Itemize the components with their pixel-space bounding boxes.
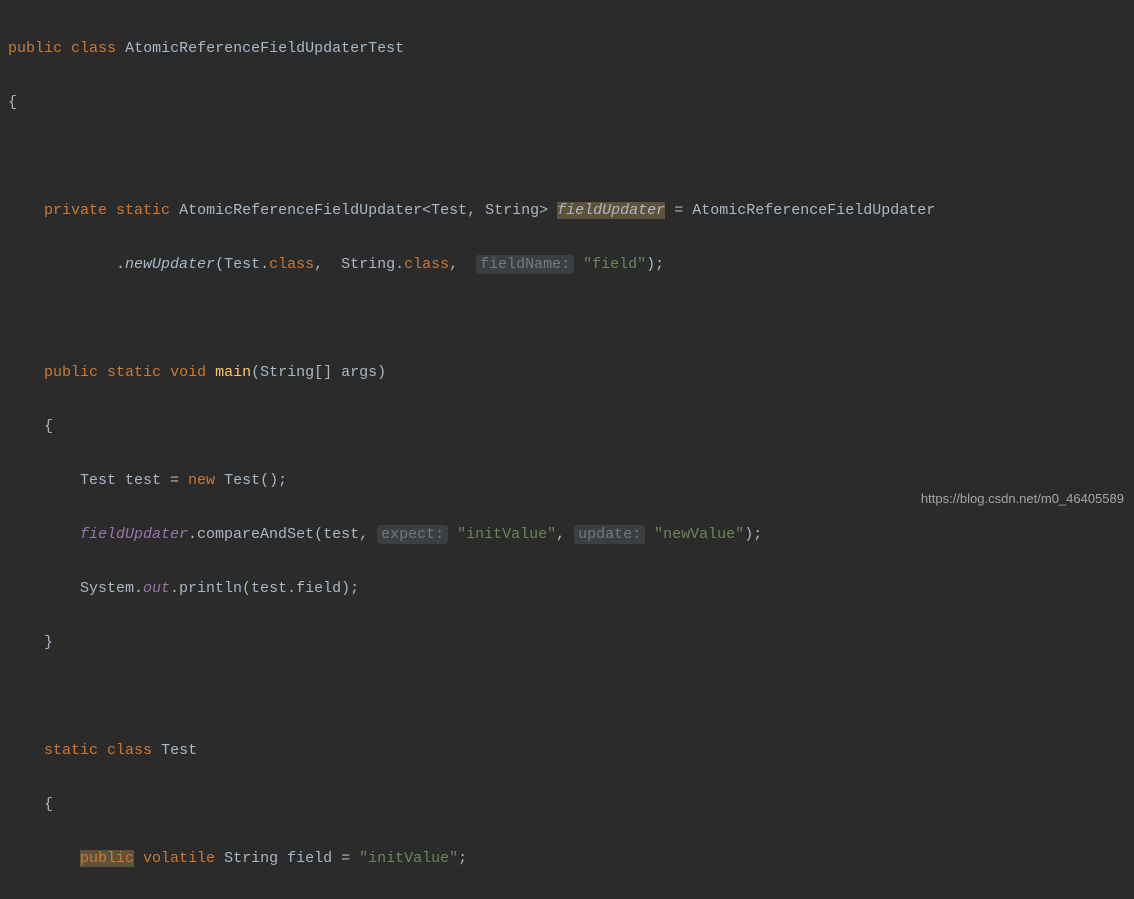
code-line: static class Test [8,737,1134,764]
text: , [556,526,574,543]
brace: { [44,418,53,435]
code-line [8,143,1134,170]
keyword-static: static [116,202,170,219]
param-hint-fieldname: fieldName: [476,255,574,274]
class-name: AtomicReferenceFieldUpdaterTest [125,40,404,57]
code-line [8,305,1134,332]
text: Test test = [80,472,188,489]
keyword-private: private [44,202,107,219]
method-call: newUpdater [125,256,215,273]
class-name: Test [161,742,197,759]
field-out: out [143,580,170,597]
keyword-volatile: volatile [143,850,215,867]
params: (String[] args) [251,364,386,381]
keyword-public-highlighted: public [80,850,134,867]
code-line: System.out.println(test.field); [8,575,1134,602]
string-literal: "field" [574,256,646,273]
brace: { [8,94,17,111]
code-line: } [8,629,1134,656]
keyword-class-literal: class [269,256,314,273]
text: = AtomicReferenceFieldUpdater [665,202,935,219]
string-literal: "initValue" [448,526,556,543]
brace: } [44,634,53,651]
param-hint-expect: expect: [377,525,448,544]
string-literal: "newValue" [645,526,744,543]
code-line: { [8,89,1134,116]
method-main: main [215,364,251,381]
text: ); [744,526,762,543]
text: .compareAndSet(test, [188,526,377,543]
text: Test(); [215,472,287,489]
text: (Test. [215,256,269,273]
keyword-class: class [71,40,116,57]
text: ; [458,850,467,867]
text: .println(test.field); [170,580,359,597]
text: String field = [215,850,359,867]
keyword-static: static [107,364,161,381]
keyword-static: static [44,742,98,759]
type: AtomicReferenceFieldUpdater<Test, String… [179,202,548,219]
text: , [449,256,476,273]
keyword-new: new [188,472,215,489]
brace: { [44,796,53,813]
keyword-class: class [107,742,152,759]
keyword-void: void [170,364,206,381]
code-editor[interactable]: public class AtomicReferenceFieldUpdater… [0,0,1134,899]
code-line: { [8,791,1134,818]
code-line: public static void main(String[] args) [8,359,1134,386]
dot: . [116,256,125,273]
text: , String. [314,256,404,273]
string-literal: "initValue" [359,850,458,867]
watermark-text: https://blog.csdn.net/m0_46405589 [921,487,1124,510]
code-line: public volatile String field = "initValu… [8,845,1134,872]
param-hint-update: update: [574,525,645,544]
keyword-public: public [8,40,62,57]
keyword-class-literal: class [404,256,449,273]
code-line: { [8,413,1134,440]
keyword-public: public [44,364,98,381]
code-line [8,683,1134,710]
code-line: public class AtomicReferenceFieldUpdater… [8,35,1134,62]
code-line: private static AtomicReferenceFieldUpdat… [8,197,1134,224]
text: System. [80,580,143,597]
field-name-highlighted: fieldUpdater [557,202,665,219]
code-line: fieldUpdater.compareAndSet(test, expect:… [8,521,1134,548]
code-line: .newUpdater(Test.class, String.class, fi… [8,251,1134,278]
text: ); [646,256,664,273]
field-ref: fieldUpdater [80,526,188,543]
